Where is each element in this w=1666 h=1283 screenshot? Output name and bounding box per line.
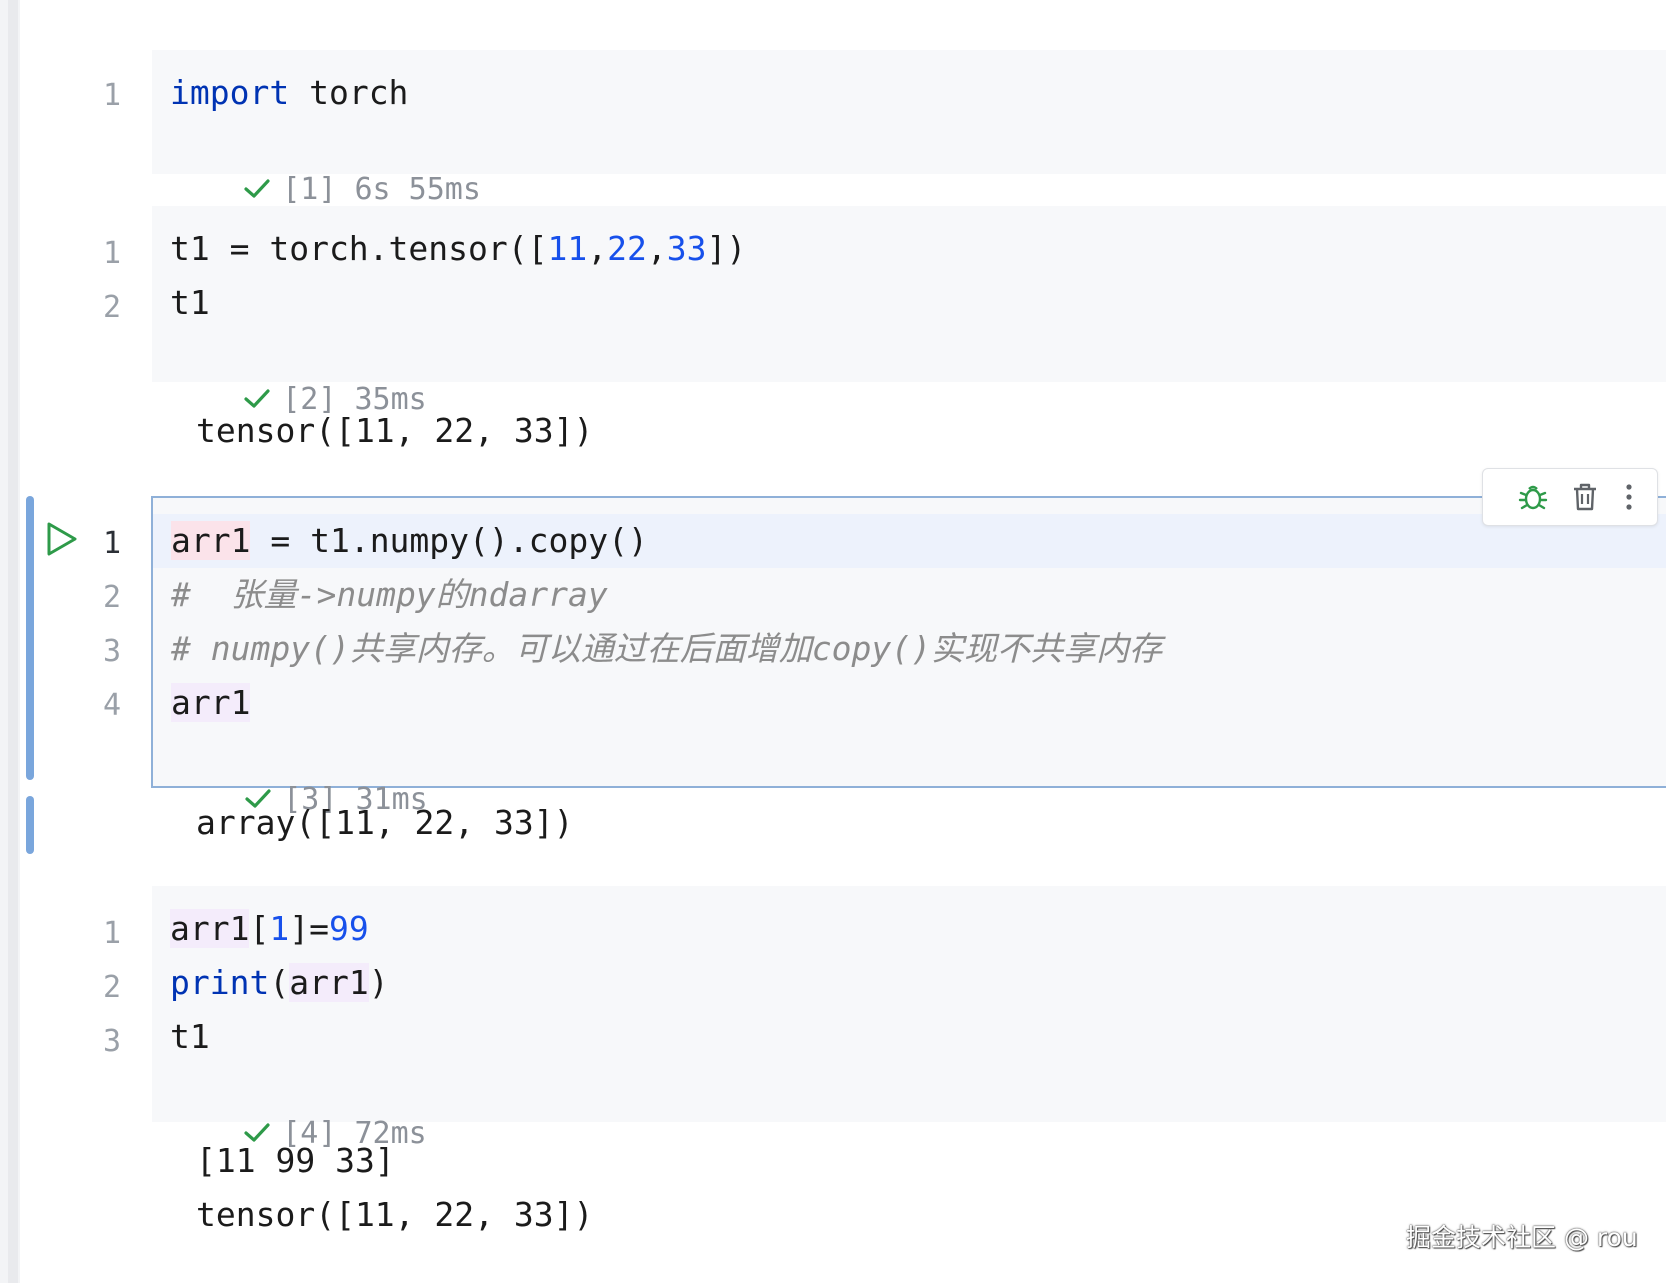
line-number: 1 [102,916,122,951]
cell-output-line-2: tensor([11, 22, 33]) [196,1195,594,1234]
line-number: 3 [102,634,122,669]
cell-output: array([11, 22, 33]) [196,803,574,842]
code-line-3-comment[interactable]: # numpy()共享内存。可以通过在后面增加copy()实现不共享内存 [171,622,1162,676]
number-literal: 11 [547,229,588,268]
line-number: 4 [102,688,122,723]
cell-output-line-1: [11 99 33] [196,1141,395,1180]
code-line-2[interactable]: print(arr1) [170,956,389,1010]
cell-status: [3] 31ms [171,734,428,817]
check-icon [244,178,270,198]
code-line-1[interactable]: arr1 = t1.numpy().copy() [171,514,648,568]
builtin-print: print [170,963,270,1002]
line-number: 1 [102,78,122,113]
line-number: 2 [102,970,122,1005]
code-line-3[interactable]: t1 [170,1010,210,1064]
variable-arr1: arr1 [171,521,251,560]
line-number: 1 [102,526,122,561]
number-literal: 33 [666,229,707,268]
number-literal: 99 [328,909,369,948]
output-focus-bar [26,796,34,854]
cell-status: [2] 35ms [170,334,427,417]
line-number: 2 [102,580,122,615]
cell-toolbar [1482,468,1658,526]
debug-cell-button[interactable] [1515,479,1551,515]
keyword-import: import [170,73,290,112]
code-line-4[interactable]: arr1 [171,676,251,730]
delete-cell-button[interactable] [1567,479,1603,515]
number-literal: 22 [607,229,647,268]
cell-focus-bar [26,496,34,780]
variable-arr1: arr1 [170,909,250,948]
code-line-1[interactable]: import torch [170,66,408,120]
code-cell-4[interactable]: arr1[1]=99 print(arr1) t1 [4] 72ms [152,886,1666,1151]
code-cell-2[interactable]: t1 = torch.tensor([11,22,33]) t1 [2] 35m… [152,206,1666,417]
number-literal: 1 [269,909,290,948]
execution-count: [1] [282,172,337,207]
variable-arr1: arr1 [289,963,369,1002]
variable-arr1: arr1 [171,683,251,722]
more-vertical-icon [1626,484,1632,510]
debug-icon [1518,485,1548,510]
line-number: 2 [102,290,122,325]
code-line-2[interactable]: t1 [170,276,210,330]
more-actions-button[interactable] [1611,479,1647,515]
module-name: torch [289,73,409,112]
editor-left-edge [0,0,20,1283]
trash-icon [1574,483,1596,511]
line-number: 3 [102,1024,122,1059]
code-cell-1[interactable]: import torch [1] 6s 55ms [152,50,1666,207]
run-cell-icon[interactable] [44,520,80,558]
line-number: 1 [102,236,122,271]
code-cell-3[interactable]: arr1 = t1.numpy().copy() # 张量->numpy的nda… [151,496,1666,817]
code-line-2-comment[interactable]: # 张量->numpy的ndarray [171,568,608,622]
cell-output: tensor([11, 22, 33]) [196,411,594,450]
code-line-1[interactable]: arr1[1]=99 [170,902,369,956]
watermark: 掘金技术社区 @ rou [1406,1223,1638,1252]
execution-time: 6s 55ms [354,172,481,207]
cell-status: [4] 72ms [170,1068,427,1151]
cell-status: [1] 6s 55ms [170,124,481,207]
code-line-1[interactable]: t1 = torch.tensor([11,22,33]) [170,222,746,276]
